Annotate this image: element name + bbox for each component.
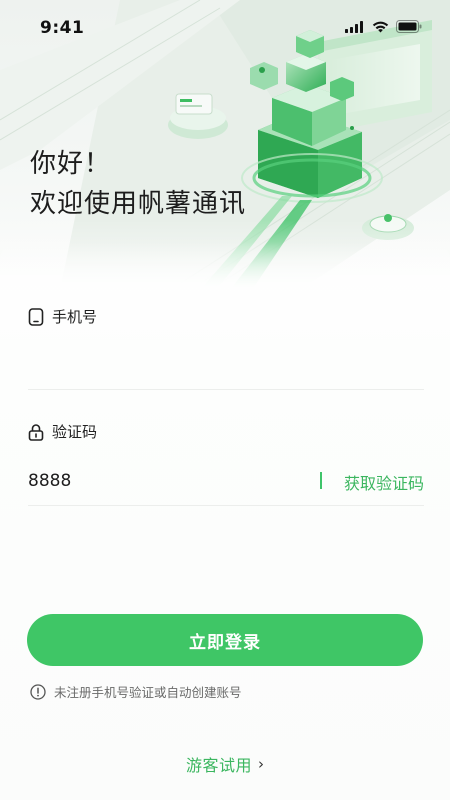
phone-input-row (28, 340, 424, 390)
notice-text: 未注册手机号验证或自动创建账号 (54, 685, 242, 700)
guest-trial-label: 游客试用 (185, 756, 252, 775)
auto-register-notice: 未注册手机号验证或自动创建账号 (30, 682, 242, 701)
code-input-row: 获取验证码 (28, 458, 424, 506)
status-bar: 9:41 (0, 0, 450, 56)
greeting-welcome: 欢迎使用帆薯通讯 (30, 189, 247, 219)
lock-icon (28, 423, 44, 441)
signal-icon (345, 20, 363, 33)
code-label-text: 验证码 (52, 423, 98, 441)
greeting: 你好！ 欢迎使用帆薯通讯 (30, 144, 246, 224)
battery-icon (396, 20, 422, 33)
status-time: 9:41 (40, 18, 85, 38)
verification-code-input[interactable] (28, 458, 288, 504)
greeting-hello: 你好！ (30, 149, 112, 179)
phone-icon (28, 307, 44, 326)
phone-field-label: 手机号 (28, 306, 97, 327)
status-icons (345, 20, 422, 33)
code-field-label: 验证码 (28, 421, 97, 442)
wifi-icon (372, 21, 389, 32)
code-divider (320, 472, 322, 489)
login-button[interactable]: 立即登录 (27, 614, 423, 666)
info-icon (30, 683, 46, 700)
phone-label-text: 手机号 (52, 308, 98, 326)
chevron-right-icon: › (258, 755, 264, 773)
phone-input[interactable] (28, 340, 424, 389)
login-screen: 9:41 你好！ 欢迎使用帆薯通讯 手机号 验证码 8888 获取验证码 立即登… (0, 0, 450, 800)
guest-trial-link[interactable]: 游客试用 › (0, 752, 450, 776)
get-code-button[interactable]: 获取验证码 (344, 470, 424, 494)
